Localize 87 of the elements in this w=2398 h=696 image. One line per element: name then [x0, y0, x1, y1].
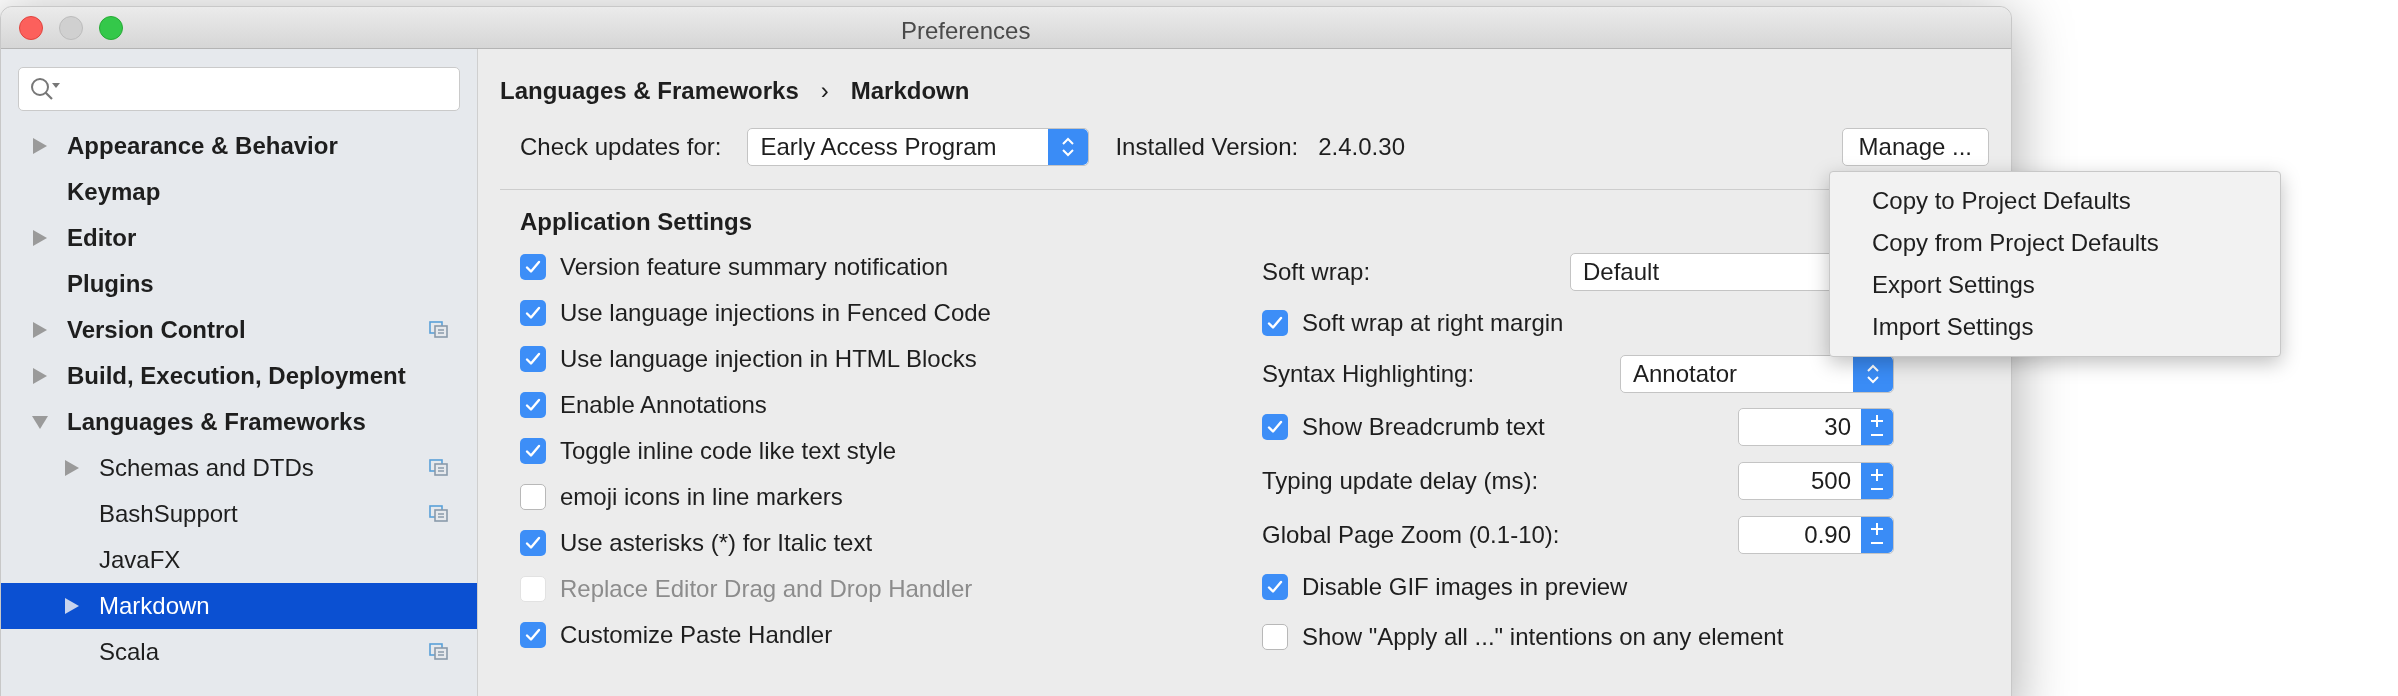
checkbox[interactable]: [1262, 414, 1288, 440]
checkbox[interactable]: [520, 622, 546, 648]
sidebar-item[interactable]: Appearance & Behavior: [1, 123, 477, 169]
copy-icon: [429, 643, 449, 661]
setting-label: Check updates for:: [520, 132, 722, 162]
checkbox[interactable]: [1262, 310, 1288, 336]
checkmark-icon: [524, 304, 542, 322]
checkmark-icon: [524, 258, 542, 276]
menu-item[interactable]: Import Settings: [1830, 306, 2280, 348]
sidebar-item[interactable]: Languages & Frameworks: [1, 399, 477, 445]
sidebar-item[interactable]: Scala: [1, 629, 477, 675]
manage-button[interactable]: Manage ...: [1841, 128, 1989, 166]
zoom-button[interactable]: [99, 15, 123, 40]
copy-icon: [429, 321, 449, 339]
caret-right-icon[interactable]: [31, 229, 49, 247]
checkbox-label: Replace Editor Drag and Drop Handler: [560, 574, 973, 604]
setting-label: Typing update delay (ms):: [1262, 466, 1539, 496]
checkmark-icon: [1266, 418, 1284, 436]
plus-minus-icon[interactable]: [1861, 517, 1893, 553]
checkmark-icon: [524, 626, 542, 644]
checkbox[interactable]: [520, 392, 546, 418]
sidebar-item[interactable]: Build, Execution, Deployment: [1, 353, 477, 399]
checkmark-icon: [1266, 578, 1284, 596]
setting-label: Syntax Highlighting:: [1262, 359, 1475, 389]
breadcrumb-item[interactable]: Markdown: [850, 73, 970, 109]
checkmark-icon: [524, 350, 542, 368]
window-title: Preferences: [901, 16, 1031, 46]
setting-label: Installed Version:: [1115, 132, 1299, 162]
search-field[interactable]: [18, 67, 460, 111]
number-field[interactable]: 0.90: [1738, 516, 1894, 554]
stepper-arrows-icon: [1853, 356, 1893, 392]
plus-minus-icon[interactable]: [1861, 409, 1893, 445]
sidebar-item[interactable]: BashSupport: [1, 491, 477, 537]
checkbox[interactable]: [520, 484, 546, 510]
checkbox-label: Toggle inline code like text style: [560, 436, 897, 466]
checkbox-label: Version feature summary notification: [560, 252, 949, 282]
checkbox[interactable]: [1262, 574, 1288, 600]
caret-right-icon[interactable]: [31, 137, 49, 155]
plus-minus-icon[interactable]: [1861, 463, 1893, 499]
caret-right-icon[interactable]: [31, 367, 49, 385]
setting-label: Soft wrap:: [1262, 257, 1371, 287]
dropdown-select[interactable]: Early Access Program: [747, 128, 1090, 166]
caret-right-icon[interactable]: [63, 597, 81, 615]
checkbox[interactable]: [520, 438, 546, 464]
checkbox-label: emoji icons in line markers: [560, 482, 843, 512]
checkmark-icon: [524, 442, 542, 460]
close-button[interactable]: [19, 15, 43, 40]
caret-right-icon[interactable]: [31, 321, 49, 339]
menu-item[interactable]: Copy to Project Defaults: [1830, 180, 2280, 222]
version-value: 2.4.0.30: [1318, 132, 1405, 162]
number-field[interactable]: 500: [1738, 462, 1894, 500]
checkbox[interactable]: [520, 346, 546, 372]
sidebar-item[interactable]: Editor: [1, 215, 477, 261]
sidebar-item[interactable]: JavaFX: [1, 537, 477, 583]
sidebar-item[interactable]: Schemas and DTDs: [1, 445, 477, 491]
breadcrumb-separator: ›: [820, 76, 829, 106]
sidebar-item[interactable]: Markdown: [1, 583, 477, 629]
copy-icon: [429, 505, 449, 523]
stepper-arrows-icon: [1048, 129, 1089, 165]
checkbox-label: Use language injections in Fenced Code: [560, 298, 991, 328]
checkbox[interactable]: [520, 300, 546, 326]
caret-down-icon[interactable]: [31, 413, 49, 431]
copy-icon: [429, 459, 449, 477]
search-icon: [29, 76, 63, 102]
checkbox-label: Customize Paste Handler: [560, 620, 833, 650]
caret-right-icon[interactable]: [63, 459, 81, 477]
checkbox[interactable]: [520, 254, 546, 280]
checkmark-icon: [524, 534, 542, 552]
sidebar-item[interactable]: Plugins: [1, 261, 477, 307]
sidebar-item[interactable]: Keymap: [1, 169, 477, 215]
sidebar-item[interactable]: Version Control: [1, 307, 477, 353]
checkmark-icon: [524, 396, 542, 414]
checkbox-label: Show "Apply all ..." intentions on any element: [1302, 622, 1784, 652]
number-field[interactable]: 30: [1738, 408, 1894, 446]
checkbox-label: Disable GIF images in preview: [1302, 572, 1628, 602]
setting-label: Global Page Zoom (0.1-10):: [1262, 520, 1560, 550]
checkbox-label: Soft wrap at right margin: [1302, 308, 1564, 338]
checkmark-icon: [1266, 314, 1284, 332]
checkbox-label: Show Breadcrumb text: [1302, 412, 1545, 442]
checkbox[interactable]: [520, 530, 546, 556]
checkbox[interactable]: [1262, 624, 1288, 650]
section-title: Application Settings: [519, 207, 753, 237]
checkbox-label: Use asterisks (*) for Italic text: [560, 528, 873, 558]
checkbox-label: Enable Annotations: [560, 390, 767, 420]
breadcrumb-item[interactable]: Languages & Frameworks: [500, 73, 799, 109]
dropdown-select[interactable]: Annotator: [1620, 355, 1894, 393]
checkbox-label: Use language injection in HTML Blocks: [560, 344, 977, 374]
